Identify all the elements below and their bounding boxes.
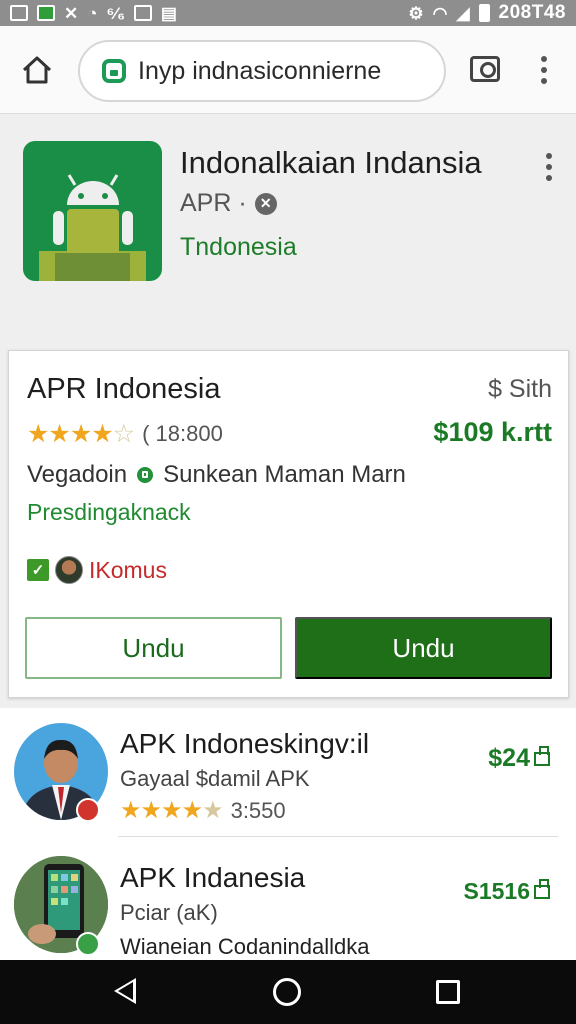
status-bar: ✕ ◔ ⁶⁄₆ ▤ ⚙ ◠ ◢ 208T48 xyxy=(0,0,576,26)
developer-detail[interactable]: Sunkean Maman Marn xyxy=(163,461,406,489)
secure-lock-icon xyxy=(102,59,126,83)
status-time: 208T48 xyxy=(498,2,566,23)
signal-icon: ◢ xyxy=(456,3,470,23)
alert-badge-icon xyxy=(76,798,100,822)
card-category[interactable]: Presdingaknack xyxy=(27,499,191,526)
search-icon[interactable] xyxy=(470,56,500,82)
battery-icon xyxy=(478,4,490,22)
list-item-detail: Wianeian Codanindalldka xyxy=(120,934,370,959)
data-icon: ⁶⁄₆ xyxy=(106,3,125,23)
status-right-icons: ⚙ ◠ ◢ 208T48 xyxy=(408,2,566,24)
developer-row: Vegadoin Sunkean Maman Marn xyxy=(27,461,406,489)
list-item-rating-count: 3:550 xyxy=(230,797,286,823)
mail-icon xyxy=(10,5,28,21)
shopping-bag-icon xyxy=(534,745,550,766)
recent-apps-icon[interactable] xyxy=(436,980,460,1004)
shopping-bag-icon xyxy=(534,878,550,899)
list-item-price[interactable]: $24 xyxy=(488,744,550,773)
close-badge-icon[interactable]: ✕ xyxy=(254,192,277,215)
primary-download-button[interactable]: Undu xyxy=(295,617,552,679)
list-item[interactable]: APK Indanesia Pciar (aK) Wianeian Codani… xyxy=(0,842,576,960)
app-badge-icon xyxy=(76,932,100,956)
tag-row: ✓ IKomus xyxy=(27,556,167,584)
card-title: APR Indonesia xyxy=(27,373,221,405)
app-title: Indonalkaian Indansia xyxy=(180,145,482,180)
star-rating-icon: ★★★★☆ xyxy=(27,420,135,448)
list-item[interactable]: APK Indoneskingv:il Gayaal $damil APK ★★… xyxy=(0,708,576,837)
storage-icon: ▤ xyxy=(160,3,177,23)
verified-icon xyxy=(137,467,154,483)
list-item-subtitle: Gayaal $damil APK xyxy=(120,766,310,791)
list-item-price[interactable]: S1516 xyxy=(463,878,550,905)
back-icon[interactable] xyxy=(114,978,136,1004)
card-price: $109 k.rtt xyxy=(433,417,552,447)
developer-name[interactable]: Vegadoin xyxy=(27,461,127,489)
missed-call-icon: ✕ xyxy=(64,3,79,23)
app-detail-card: APR Indonesia $ Sith ★★★★☆ ( 18:800 $109… xyxy=(8,350,569,698)
wifi-icon: ◠ xyxy=(432,3,448,23)
app-country[interactable]: Tndonesia xyxy=(180,233,297,262)
app-subtitle-row: APR · ✕ xyxy=(180,189,277,218)
divider xyxy=(118,836,558,837)
status-left-icons: ✕ ◔ ⁶⁄₆ ▤ xyxy=(10,5,177,22)
app-subtitle: APR · xyxy=(180,189,247,217)
list-item-subtitle: Pciar (aK) xyxy=(120,900,218,925)
system-nav-bar xyxy=(0,960,576,1024)
browser-toolbar: Inyp indnasiconnierne xyxy=(0,26,576,114)
card-size: $ Sith xyxy=(488,375,552,403)
star-rating-icon: ★★★★★ xyxy=(120,797,224,824)
url-bar[interactable]: Inyp indnasiconnierne xyxy=(78,40,446,102)
android-app-icon xyxy=(23,141,162,281)
photo-icon xyxy=(133,5,152,21)
rating-row: ★★★★☆ ( 18:800 xyxy=(27,419,223,449)
alarm-icon: ◔ xyxy=(87,3,98,23)
app-header: Indonalkaian Indansia APR · ✕ Tndonesia xyxy=(0,115,576,345)
related-apps-list: APK Indoneskingv:il Gayaal $damil APK ★★… xyxy=(0,708,576,960)
app-menu-icon[interactable] xyxy=(546,153,552,159)
user-avatar xyxy=(55,556,83,584)
check-icon: ✓ xyxy=(27,559,49,581)
tag-label[interactable]: IKomus xyxy=(89,557,167,584)
rating-count: ( 18:800 xyxy=(142,421,223,446)
list-item-price-text: S1516 xyxy=(463,878,530,904)
list-item-title: APK Indanesia xyxy=(120,862,306,893)
browser-menu-icon[interactable] xyxy=(541,56,547,62)
list-item-rating: ★★★★★ 3:550 xyxy=(120,796,286,825)
list-item-price-text: $24 xyxy=(488,744,530,772)
app-notification-icon xyxy=(37,5,55,21)
secondary-download-button[interactable]: Undu xyxy=(25,617,282,679)
home-icon[interactable] xyxy=(20,53,54,87)
home-circle-icon[interactable] xyxy=(273,978,301,1006)
url-text[interactable]: Inyp indnasiconnierne xyxy=(138,57,381,86)
alarm-clock-icon: ⚙ xyxy=(408,3,424,23)
list-item-title: APK Indoneskingv:il xyxy=(120,728,370,759)
